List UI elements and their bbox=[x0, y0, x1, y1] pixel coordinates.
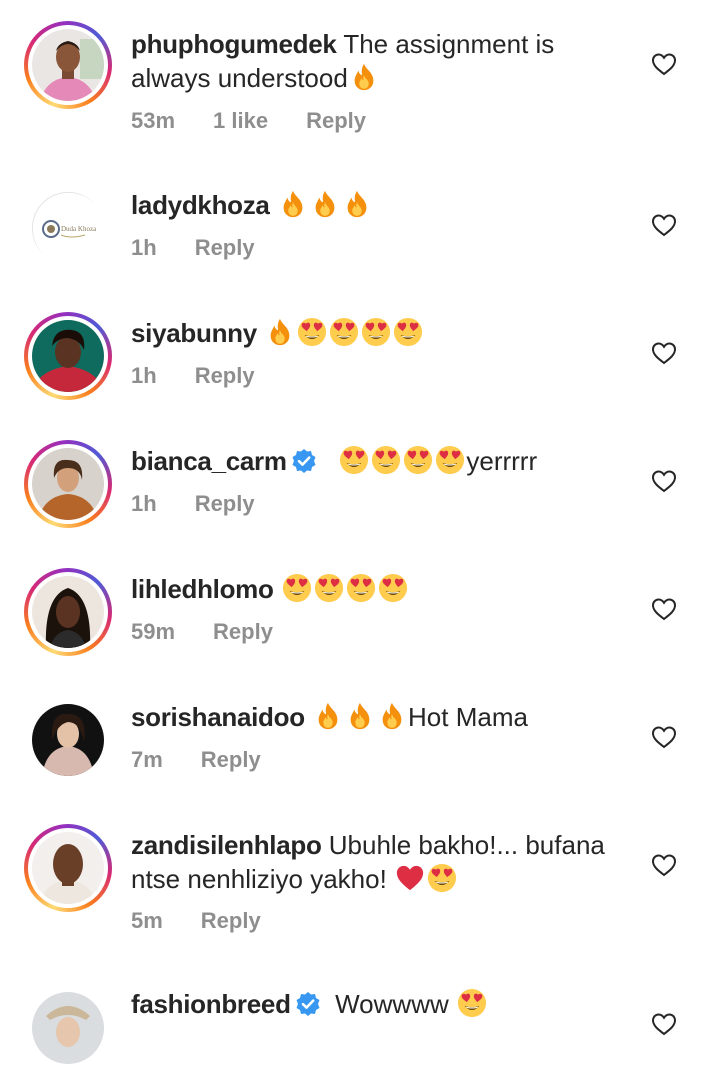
heart-eyes-emoji bbox=[346, 573, 376, 603]
verified-badge-icon bbox=[291, 448, 317, 474]
comment-meta: 7m Reply bbox=[131, 747, 299, 773]
heart-outline-icon[interactable] bbox=[651, 52, 677, 76]
comment-username[interactable]: bianca_carm bbox=[131, 446, 287, 476]
heart-eyes-emoji bbox=[314, 573, 344, 603]
heart-eyes-emoji bbox=[329, 317, 359, 347]
comment-body: zandisilenhlapo Ubuhle bakho!... bufana … bbox=[131, 828, 631, 896]
comment-text-line2: always understood bbox=[131, 63, 348, 93]
comment-body: fashionbreed Wowwww bbox=[131, 987, 631, 1021]
comment-body: siyabunny bbox=[131, 316, 631, 350]
comment-username[interactable]: ladydkhoza bbox=[131, 190, 270, 220]
comment-meta: 59m Reply bbox=[131, 619, 311, 645]
comment-text-line2: ntse nenhliziyo yakho! bbox=[131, 864, 387, 894]
reply-button[interactable]: Reply bbox=[213, 619, 273, 644]
heart-outline-icon[interactable] bbox=[651, 725, 677, 749]
comment-body: lihledhlomo bbox=[131, 572, 631, 606]
reply-button[interactable]: Reply bbox=[201, 908, 261, 933]
heart-eyes-emoji bbox=[339, 445, 369, 475]
comment-username[interactable]: fashionbreed bbox=[131, 989, 291, 1019]
heart-outline-icon[interactable] bbox=[651, 341, 677, 365]
comment-time: 53m bbox=[131, 108, 176, 133]
comment-time: 59m bbox=[131, 619, 176, 644]
reply-button[interactable]: Reply bbox=[195, 235, 255, 260]
comment-text: yerrrrr bbox=[466, 446, 538, 476]
comment-time: 1h bbox=[131, 363, 157, 388]
heart-eyes-emoji bbox=[393, 317, 423, 347]
avatar[interactable] bbox=[24, 696, 112, 784]
heart-outline-icon[interactable] bbox=[651, 469, 677, 493]
avatar[interactable] bbox=[24, 984, 112, 1072]
comment-username[interactable]: phuphogumedek bbox=[131, 29, 337, 59]
comment-body: phuphogumedek The assignment is always u… bbox=[131, 27, 631, 95]
avatar-story-ring[interactable] bbox=[24, 440, 112, 528]
heart-eyes-emoji bbox=[403, 445, 433, 475]
comment-username[interactable]: sorishanaidoo bbox=[131, 702, 305, 732]
comment-meta: 53m 1 like Reply bbox=[131, 108, 404, 134]
fire-emoji bbox=[349, 62, 379, 92]
avatar bbox=[32, 29, 104, 101]
comment-meta: 1h Reply bbox=[131, 363, 293, 389]
comment-meta: 1h Reply bbox=[131, 491, 293, 517]
comment-likes-count[interactable]: 1 like bbox=[213, 108, 268, 133]
fire-emoji bbox=[278, 189, 308, 219]
avatar-story-ring[interactable] bbox=[24, 21, 112, 109]
comment-username[interactable]: siyabunny bbox=[131, 318, 257, 348]
comment-time: 7m bbox=[131, 747, 163, 772]
avatar-story-ring[interactable] bbox=[24, 568, 112, 656]
fire-emoji bbox=[377, 701, 407, 731]
comment-time: 1h bbox=[131, 491, 157, 516]
comment-text: Ubuhle bakho!... bufana bbox=[328, 830, 605, 860]
avatar bbox=[32, 320, 104, 392]
heart-outline-icon[interactable] bbox=[651, 1012, 677, 1036]
comment-time: 5m bbox=[131, 908, 163, 933]
heart-outline-icon[interactable] bbox=[651, 213, 677, 237]
avatar-photo bbox=[32, 992, 104, 1064]
reply-button[interactable]: Reply bbox=[306, 108, 366, 133]
avatar-logo-text: Duda Khoza bbox=[61, 225, 97, 233]
comment-meta: 5m Reply bbox=[131, 908, 299, 934]
fire-emoji bbox=[310, 189, 340, 219]
comment-username[interactable]: lihledhlomo bbox=[131, 574, 274, 604]
comment-text: Wowwww bbox=[335, 989, 449, 1019]
red-heart-emoji bbox=[395, 863, 425, 893]
fire-emoji bbox=[313, 701, 343, 731]
comment-meta: 1h Reply bbox=[131, 235, 293, 261]
avatar bbox=[32, 832, 104, 904]
reply-button[interactable]: Reply bbox=[195, 491, 255, 516]
comment-username[interactable]: zandisilenhlapo bbox=[131, 830, 322, 860]
comment-body: sorishanaidoo Hot Mama bbox=[131, 700, 631, 734]
reply-button[interactable]: Reply bbox=[201, 747, 261, 772]
fire-emoji bbox=[345, 701, 375, 731]
reply-button[interactable]: Reply bbox=[195, 363, 255, 388]
avatar bbox=[32, 448, 104, 520]
avatar-photo bbox=[32, 704, 104, 776]
avatar[interactable]: Duda Khoza bbox=[24, 184, 112, 272]
comment-body: bianca_carm yerrrrr bbox=[131, 444, 631, 478]
heart-outline-icon[interactable] bbox=[651, 597, 677, 621]
comment-text: The assignment is bbox=[343, 29, 555, 59]
fire-emoji bbox=[265, 317, 295, 347]
heart-eyes-emoji bbox=[457, 988, 487, 1018]
fire-emoji bbox=[342, 189, 372, 219]
avatar-story-ring[interactable] bbox=[24, 824, 112, 912]
avatar-story-ring[interactable] bbox=[24, 312, 112, 400]
heart-eyes-emoji bbox=[435, 445, 465, 475]
heart-eyes-emoji bbox=[378, 573, 408, 603]
verified-badge-icon bbox=[295, 991, 321, 1017]
heart-eyes-emoji bbox=[427, 863, 457, 893]
heart-eyes-emoji bbox=[297, 317, 327, 347]
comment-text: Hot Mama bbox=[408, 702, 528, 732]
heart-eyes-emoji bbox=[361, 317, 391, 347]
heart-outline-icon[interactable] bbox=[651, 853, 677, 877]
comment-time: 1h bbox=[131, 235, 157, 260]
heart-eyes-emoji bbox=[282, 573, 312, 603]
comment-body: ladydkhoza bbox=[131, 188, 631, 222]
avatar-logo: Duda Khoza bbox=[33, 193, 105, 265]
heart-eyes-emoji bbox=[371, 445, 401, 475]
avatar bbox=[32, 576, 104, 648]
